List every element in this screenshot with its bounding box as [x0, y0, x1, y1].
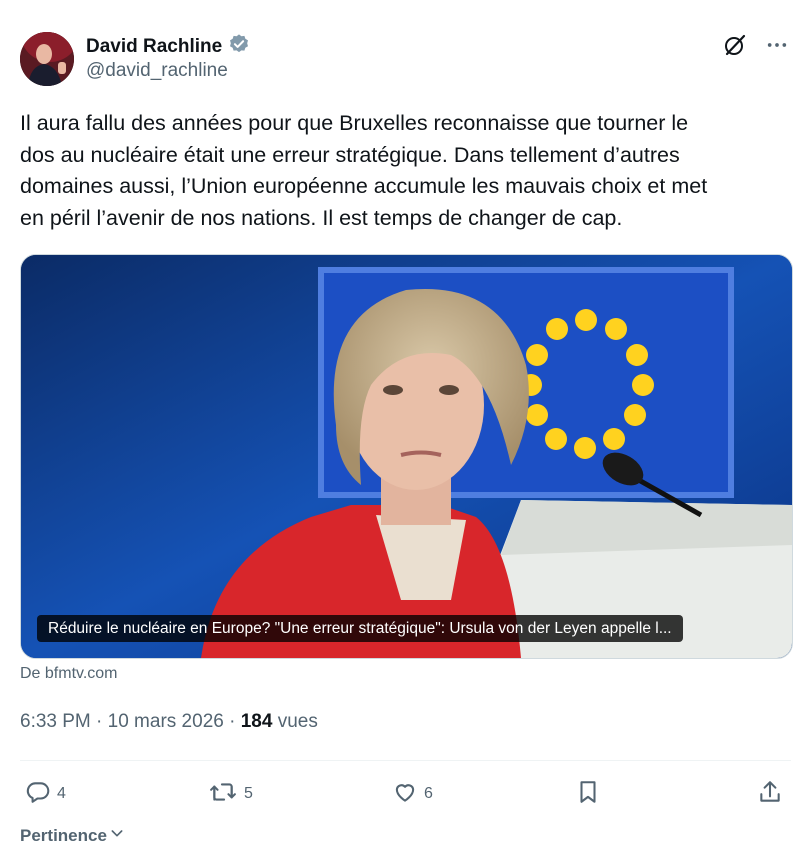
bookmark-button[interactable] — [575, 774, 601, 814]
reply-icon — [25, 779, 51, 810]
share-icon — [757, 779, 783, 810]
reply-count: 4 — [57, 785, 66, 802]
tweet-meta: 6:33 PM · 10 mars 2026 · 184 vues — [20, 711, 318, 733]
chevron-down-icon — [109, 825, 125, 846]
action-bar: 4 5 6 — [20, 774, 791, 814]
avatar[interactable] — [20, 32, 74, 86]
reply-button[interactable]: 4 — [25, 774, 66, 814]
more-icon[interactable] — [764, 32, 790, 58]
repost-button[interactable]: 5 — [208, 774, 253, 814]
repost-icon — [208, 779, 238, 810]
views-count: 184 — [240, 711, 273, 732]
grok-icon[interactable] — [722, 32, 748, 58]
sort-label: Pertinence — [20, 825, 107, 845]
link-card-title[interactable]: Réduire le nucléaire en Europe? "Une err… — [37, 615, 683, 642]
link-source[interactable]: De bfmtv.com — [20, 665, 118, 683]
link-card-image[interactable] — [20, 254, 793, 659]
replies-sort-dropdown[interactable]: Pertinence — [20, 825, 125, 846]
views-label: vues — [272, 711, 318, 732]
like-count: 6 — [424, 785, 433, 802]
divider — [20, 760, 791, 761]
author-handle[interactable]: @david_rachline — [86, 60, 228, 82]
tweet-timestamp[interactable]: 6:33 PM · 10 mars 2026 · — [20, 711, 241, 732]
author-name-row[interactable]: David Rachline — [86, 33, 250, 61]
header-actions — [722, 32, 790, 58]
like-icon — [392, 779, 418, 810]
share-button[interactable] — [757, 774, 783, 814]
bookmark-icon — [575, 779, 601, 810]
verified-badge-icon — [228, 33, 250, 61]
author-name[interactable]: David Rachline — [86, 36, 222, 58]
tweet-text: Il aura fallu des années pour que Bruxel… — [20, 111, 708, 230]
like-button[interactable]: 6 — [392, 774, 433, 814]
repost-count: 5 — [244, 785, 253, 802]
